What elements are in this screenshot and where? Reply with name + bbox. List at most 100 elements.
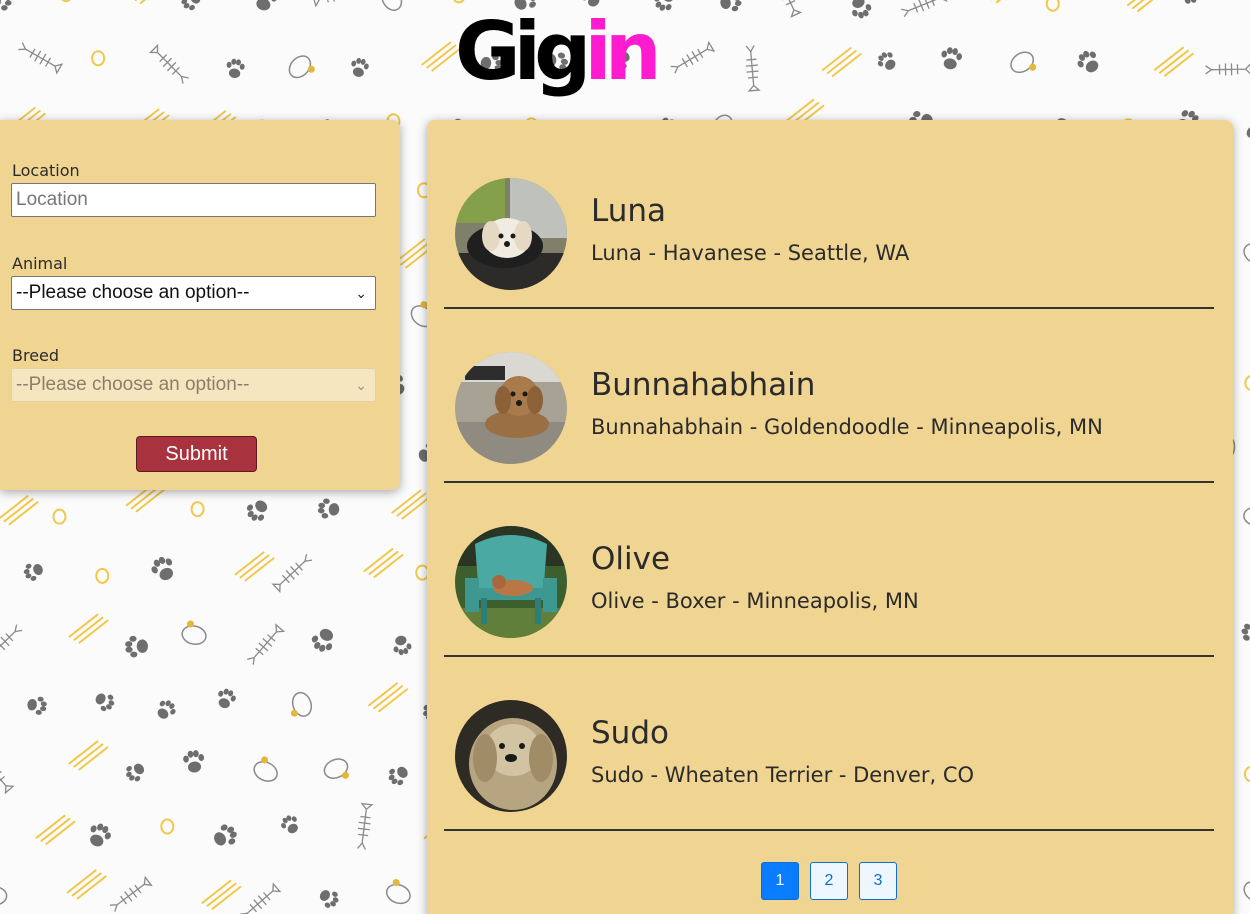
decorative-lines — [0, 495, 39, 526]
fish-bone-icon — [148, 43, 189, 84]
fish-bone-icon — [18, 42, 64, 75]
decorative-ring — [160, 818, 175, 835]
pet-photo-avatar — [455, 352, 567, 464]
paw-print-icon — [95, 693, 115, 712]
paw-print-icon — [90, 823, 111, 847]
results-panel: Luna Luna - Havanese - Seattle, WA Bunna… — [427, 120, 1233, 914]
paw-print-icon — [393, 635, 412, 656]
paw-print-icon — [214, 824, 237, 846]
fish-bone-icon — [271, 554, 313, 594]
logo-text-in: in — [584, 5, 661, 98]
pet-collar-icon — [0, 886, 8, 906]
paw-print-icon — [181, 0, 201, 11]
decorative-ring — [52, 508, 67, 525]
decorative-ring — [91, 50, 106, 67]
pet-collar-icon — [290, 691, 313, 717]
page-button-1[interactable]: 1 — [761, 862, 799, 900]
fish-bone-icon — [0, 752, 15, 795]
decorative-lines — [391, 489, 432, 520]
chevron-down-icon: ⌄ — [355, 285, 367, 301]
decorative-lines — [68, 740, 109, 771]
paw-print-icon — [877, 52, 896, 70]
result-card-olive[interactable]: Olive Olive - Boxer - Minneapolis, MN — [444, 483, 1214, 657]
decorative-lines — [66, 869, 107, 900]
fish-bone-icon — [247, 623, 286, 665]
pet-collar-icon — [181, 620, 207, 645]
result-card-sudo[interactable]: Sudo Sudo - Wheaten Terrier - Denver, CO — [444, 657, 1214, 831]
fish-bone-icon — [1205, 62, 1250, 76]
decorative-ring — [1243, 766, 1250, 783]
pet-photo-avatar — [455, 178, 567, 290]
paw-print-icon — [1246, 126, 1250, 138]
gigin-logo[interactable]: Gigin — [455, 2, 662, 102]
paw-print-icon — [852, 0, 872, 19]
decorative-ring — [190, 501, 205, 518]
fish-bone-icon — [356, 802, 374, 850]
decorative-ring — [95, 567, 110, 584]
pagination: 1 2 3 — [761, 862, 897, 900]
result-card-luna[interactable]: Luna Luna - Havanese - Seattle, WA — [444, 135, 1214, 309]
paw-print-icon — [720, 0, 742, 12]
search-filter-panel: Location Animal --Please choose an optio… — [0, 120, 400, 490]
result-card-bunnahabhain[interactable]: Bunnahabhain Bunnahabhain - Goldendoodle… — [444, 309, 1214, 483]
decorative-ring — [1045, 0, 1060, 12]
paw-print-icon — [126, 763, 145, 782]
location-label: Location — [12, 161, 80, 180]
fish-bone-icon — [109, 875, 153, 912]
decorative-lines — [35, 814, 76, 845]
paw-print-icon — [218, 688, 236, 709]
decorative-lines — [68, 613, 109, 644]
paw-print-icon — [1241, 623, 1250, 641]
decorative-lines — [821, 47, 862, 78]
pet-photo-avatar — [455, 526, 567, 638]
paw-print-icon — [157, 700, 176, 719]
decorative-lines — [134, 0, 147, 4]
paw-print-icon — [351, 57, 369, 77]
decorative-lines — [201, 879, 242, 910]
pet-collar-icon — [288, 55, 315, 79]
pet-collar-icon — [1010, 51, 1037, 74]
pet-name: Olive — [591, 541, 671, 577]
pet-description: Sudo - Wheaten Terrier - Denver, CO — [591, 763, 975, 787]
paw-print-icon — [311, 628, 334, 652]
animal-select-value: --Please choose an option-- — [16, 282, 250, 303]
fish-bone-icon — [239, 882, 282, 914]
breed-select[interactable]: --Please choose an option-- ⌄ — [11, 368, 376, 402]
fish-bone-icon — [670, 40, 716, 74]
decorative-ring — [61, 0, 71, 3]
decorative-lines — [234, 551, 275, 582]
pet-name: Bunnahabhain — [591, 367, 816, 403]
decorative-lines — [363, 547, 404, 578]
pet-description: Bunnahabhain - Goldendoodle - Minneapoli… — [591, 415, 1103, 439]
paw-print-icon — [0, 0, 12, 11]
pet-collar-icon — [1243, 881, 1250, 903]
pet-collar-icon — [1243, 243, 1250, 265]
paw-print-icon — [256, 0, 278, 11]
decorative-lines — [1126, 0, 1154, 13]
submit-button[interactable]: Submit — [136, 436, 257, 472]
pet-description: Olive - Boxer - Minneapolis, MN — [591, 589, 919, 613]
paw-print-icon — [226, 58, 245, 79]
fish-bone-icon — [0, 624, 23, 664]
paw-print-icon — [388, 766, 408, 786]
paw-print-icon — [319, 890, 339, 908]
location-input[interactable] — [11, 183, 376, 217]
pet-photo-avatar — [455, 700, 567, 812]
pet-name: Luna — [591, 193, 667, 229]
paw-print-icon — [941, 47, 962, 70]
paw-print-icon — [183, 750, 205, 773]
fish-bone-icon — [745, 45, 761, 92]
fish-bone-icon — [312, 0, 360, 8]
paw-print-icon — [1184, 0, 1197, 4]
pet-description: Luna - Havanese - Seattle, WA — [591, 241, 910, 265]
page-button-2[interactable]: 2 — [810, 862, 848, 900]
paw-print-icon — [1077, 50, 1099, 73]
paw-print-icon — [151, 556, 173, 581]
animal-select[interactable]: --Please choose an option-- ⌄ — [11, 276, 376, 310]
breed-select-value: --Please choose an option-- — [16, 374, 250, 395]
chevron-down-icon: ⌄ — [355, 377, 367, 393]
logo-text-gig: Gig — [455, 5, 591, 98]
page-button-3[interactable]: 3 — [859, 862, 897, 900]
decorative-lines — [990, 0, 1002, 4]
pet-collar-icon — [381, 0, 403, 11]
